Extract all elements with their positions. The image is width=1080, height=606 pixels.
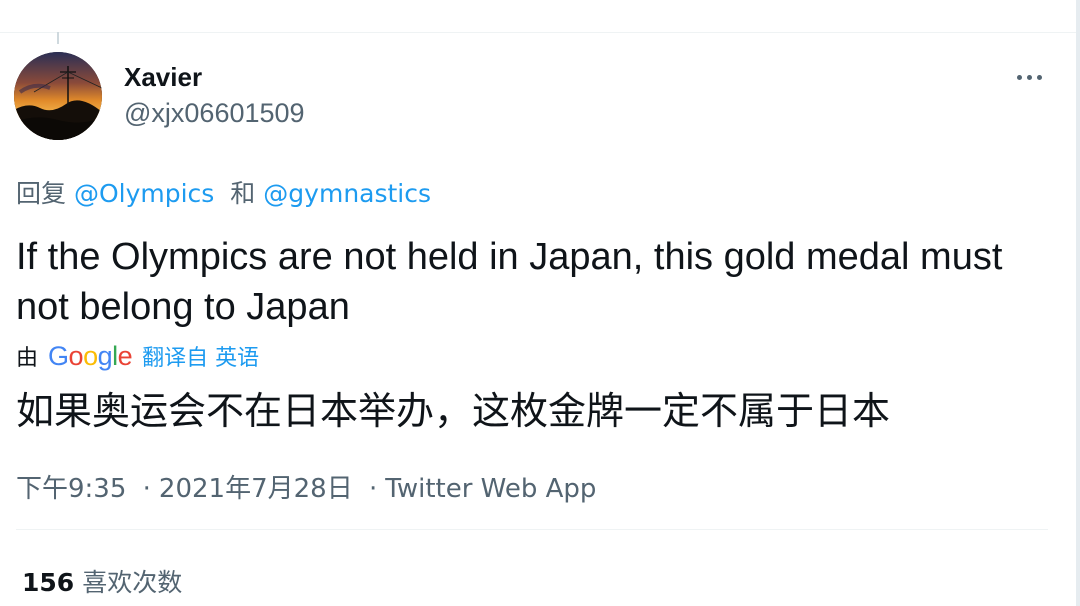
tweet-metadata: 下午9:35 · 2021年7月28日 · Twitter Web App <box>16 468 596 505</box>
tweet-text: If the Olympics are not held in Japan, t… <box>16 236 1003 328</box>
translated-tweet-text: 如果奥运会不在日本举办，这枚金牌一定不属于日本 <box>16 389 891 433</box>
previous-tweet-edge <box>0 0 1080 44</box>
author-display-name[interactable]: Xavier <box>124 62 202 93</box>
translated-from-link[interactable]: 翻译自 英语 <box>142 340 259 372</box>
tweet-time[interactable]: 下午9:35 <box>16 474 126 504</box>
likes-count: 156 <box>22 568 75 597</box>
google-logo: Google <box>48 340 133 371</box>
sunset-landscape-avatar <box>14 52 102 140</box>
meta-separator: · <box>368 474 378 504</box>
reply-to-prefix: 回复 <box>16 179 67 208</box>
author-handle[interactable]: @xjx06601509 <box>124 98 305 129</box>
thread-connector-line <box>57 32 59 44</box>
more-horizontal-icon <box>1016 74 1042 80</box>
likes-count-link[interactable]: 156 喜欢次数 <box>22 563 182 599</box>
more-options-button[interactable] <box>1006 62 1052 92</box>
reply-to-conjunction: 和 <box>230 179 256 208</box>
avatar[interactable] <box>14 52 102 140</box>
divider <box>16 529 1048 530</box>
tweet-source-app[interactable]: Twitter Web App <box>385 474 596 504</box>
translation-attribution: 由 Google 翻译自 英语 <box>16 338 259 374</box>
reply-mention-olympics[interactable]: @Olympics <box>74 179 214 208</box>
likes-label: 喜欢次数 <box>82 568 183 597</box>
tweet-date[interactable]: 2021年7月28日 <box>159 474 353 504</box>
scrollbar-track[interactable] <box>1076 0 1080 606</box>
reply-mention-gymnastics[interactable]: @gymnastics <box>263 179 431 208</box>
translated-by-label: 由 <box>16 346 39 371</box>
reply-to-line: 回复 @Olympics 和 @gymnastics <box>16 174 431 210</box>
meta-separator: · <box>142 474 151 504</box>
